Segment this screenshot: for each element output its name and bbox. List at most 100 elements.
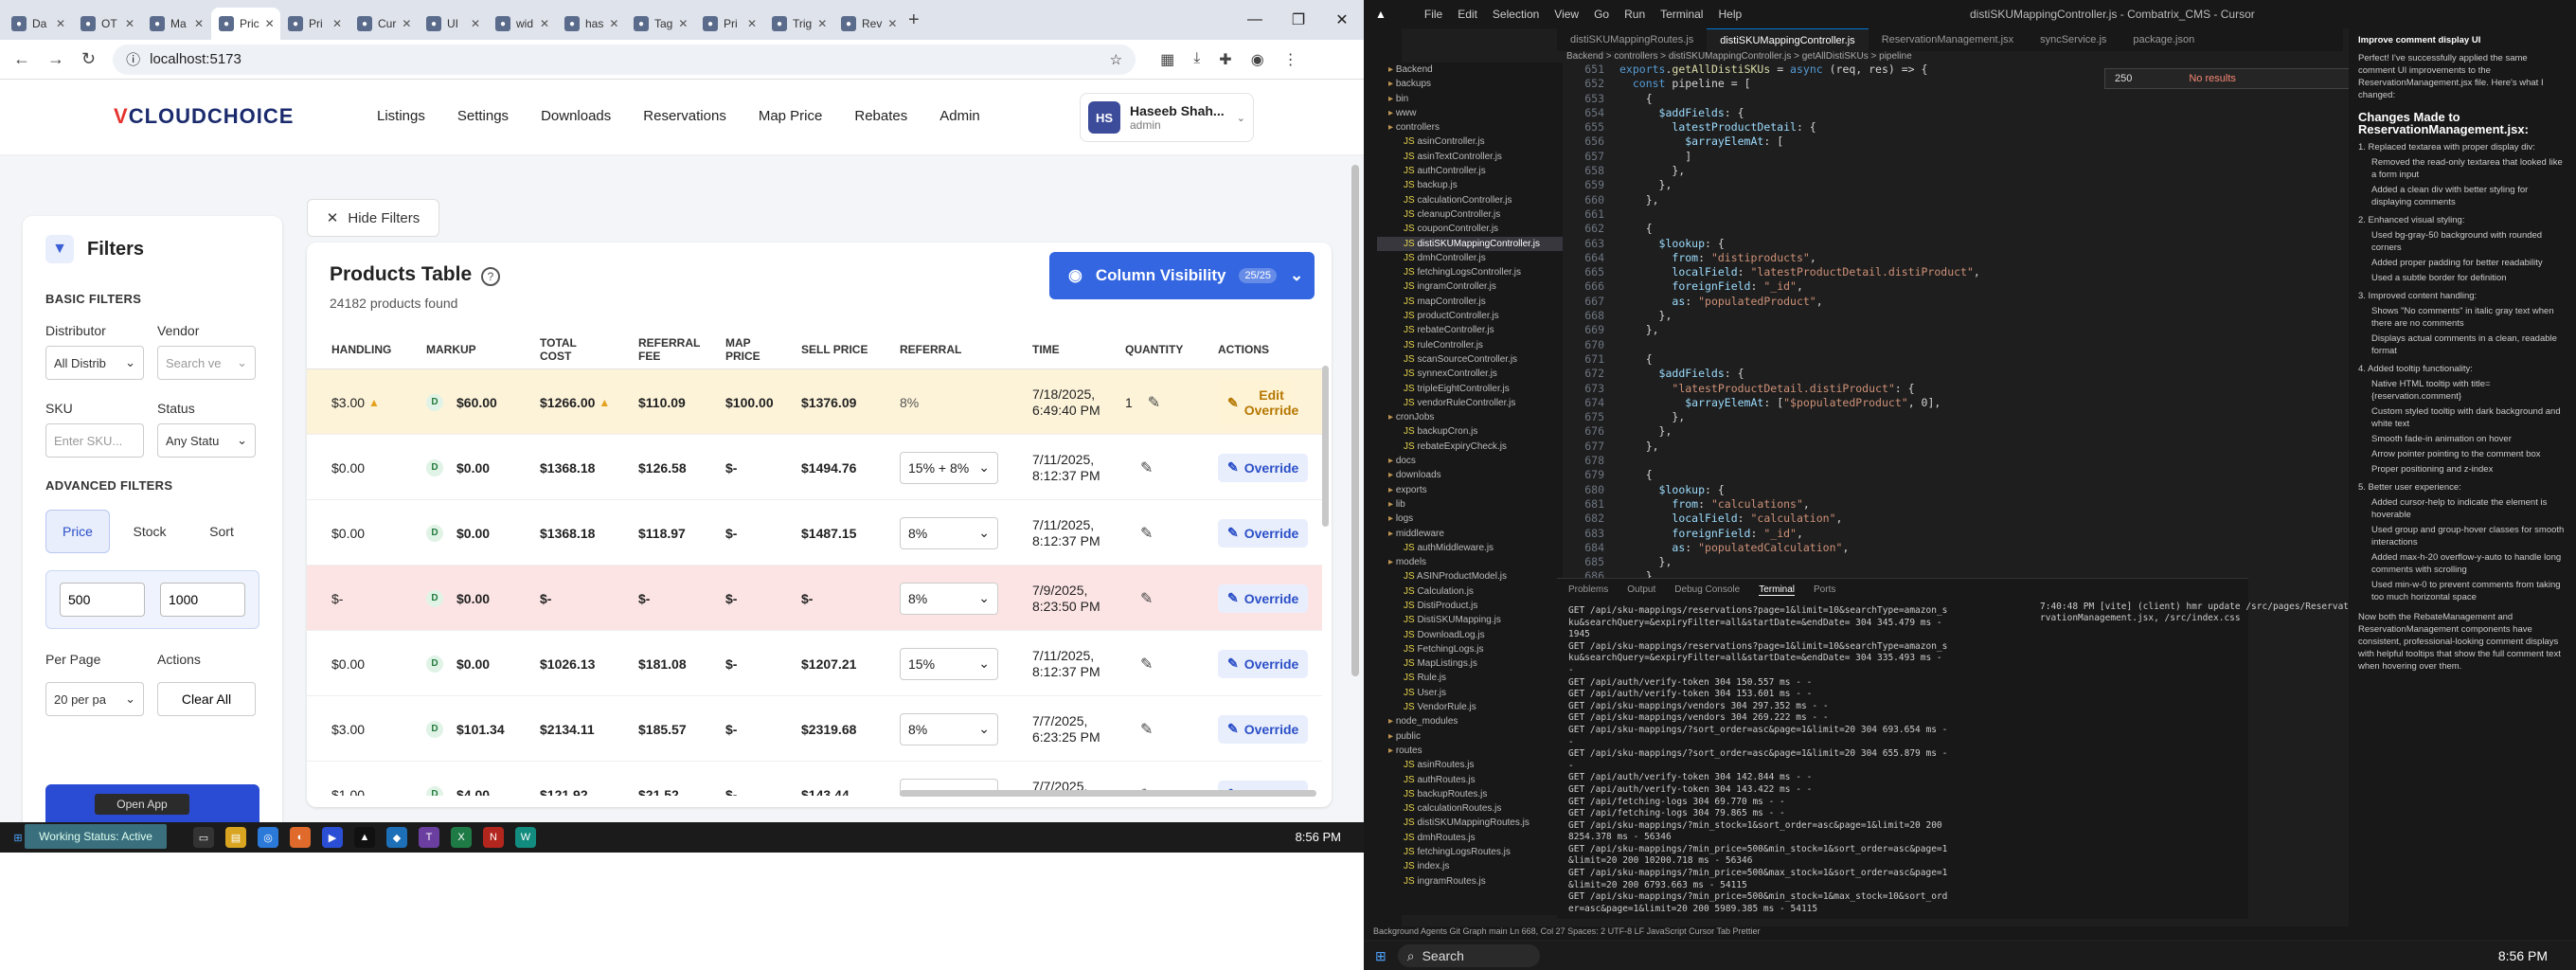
explorer-item[interactable]: JS DistiProduct.js	[1377, 599, 1563, 613]
explorer-item[interactable]: ▸ downloads	[1377, 468, 1563, 482]
col-time[interactable]: TIME	[1032, 330, 1060, 369]
close-tab-icon[interactable]: ✕	[471, 17, 480, 30]
vertical-scrollbar[interactable]	[1322, 356, 1330, 801]
edit-icon[interactable]: ✎	[1140, 524, 1153, 543]
whatsapp-icon[interactable]: W	[515, 827, 536, 848]
col-total-cost[interactable]: TOTAL COST	[540, 330, 597, 369]
explorer-item[interactable]: JS tripleEightController.js	[1377, 382, 1563, 396]
explorer-item[interactable]: JS VendorRule.js	[1377, 700, 1563, 714]
panel-tab[interactable]: Debug Console	[1674, 584, 1740, 596]
explorer-item[interactable]: JS asinRoutes.js	[1377, 758, 1563, 772]
explorer-item[interactable]: JS dmhRoutes.js	[1377, 831, 1563, 845]
edit-icon[interactable]: ✎	[1140, 458, 1153, 477]
table-row[interactable]: $3.00 ▲ D $60.00 $1266.00 ▲ $110.09 $100.00 $137…	[307, 369, 1322, 435]
bookmark-icon[interactable]: ☆	[1110, 51, 1122, 68]
explorer-item[interactable]: ▸ lib	[1377, 497, 1563, 512]
browser-tab[interactable]: ● Trig ✕	[764, 8, 833, 40]
explorer-item[interactable]: JS couponController.js	[1377, 222, 1563, 236]
explorer-item[interactable]: ▸ docs	[1377, 454, 1563, 468]
explorer-item[interactable]: JS ingramController.js	[1377, 279, 1563, 294]
table-row[interactable]: $0.00 D $0.00 $1368.18 $118.97 $- $1487.15 8% ⌄ 7…	[307, 500, 1322, 566]
open-app-button[interactable]: Open App	[95, 794, 189, 815]
explorer-item[interactable]: JS asinTextController.js	[1377, 150, 1563, 164]
referral-select[interactable]: 15%⌄	[900, 647, 998, 680]
menu-item[interactable]: Help	[1718, 8, 1742, 21]
forward-icon[interactable]: →	[47, 49, 64, 69]
browser-tab[interactable]: ● Pric ✕	[211, 8, 280, 40]
explorer-item[interactable]: JS backupCron.js	[1377, 424, 1563, 439]
explorer-item[interactable]: JS distiSKUMappingController.js	[1377, 236, 1563, 251]
explorer-item[interactable]: JS ASINProductModel.js	[1377, 569, 1563, 584]
close-icon[interactable]: ✕	[1320, 0, 1364, 40]
menu-item[interactable]: View	[1554, 8, 1579, 21]
cursor-icon[interactable]: ▲	[354, 827, 375, 848]
teams-icon[interactable]: T	[419, 827, 439, 848]
browser-tab[interactable]: ● UI ✕	[419, 8, 488, 40]
browser-tab[interactable]: ● Tag ✕	[626, 8, 695, 40]
explorer-item[interactable]: ▸ bin	[1377, 92, 1563, 106]
max-price-input[interactable]: 1000	[160, 583, 245, 617]
col-actions[interactable]: ACTIONS	[1218, 330, 1269, 369]
menu-item[interactable]: Edit	[1458, 8, 1477, 21]
col-referral-fee[interactable]: REFERRAL FEE	[638, 330, 700, 369]
explorer-item[interactable]: JS cleanupController.js	[1377, 207, 1563, 222]
close-tab-icon[interactable]: ✕	[56, 17, 65, 30]
nav-item[interactable]: Map Price	[759, 108, 823, 124]
explorer-item[interactable]: JS MapListings.js	[1377, 656, 1563, 671]
explorer-item[interactable]: JS distiSKUMappingRoutes.js	[1377, 816, 1563, 830]
explorer-item[interactable]: JS ingramRoutes.js	[1377, 874, 1563, 889]
nav-item[interactable]: Downloads	[541, 108, 611, 124]
explorer-item[interactable]: ▸ Backend	[1377, 63, 1563, 77]
explorer-item[interactable]: JS index.js	[1377, 859, 1563, 873]
col-referral[interactable]: REFERRAL	[900, 330, 961, 369]
explorer-item[interactable]: JS backup.js	[1377, 178, 1563, 192]
panel-tab[interactable]: Terminal	[1759, 584, 1796, 596]
explorer-item[interactable]: JS authMiddleware.js	[1377, 541, 1563, 555]
referral-select[interactable]: 8% ⌄	[900, 582, 998, 615]
horizontal-scrollbar[interactable]	[313, 788, 1316, 798]
explorer-item[interactable]: JS DownloadLog.js	[1377, 628, 1563, 642]
override-button[interactable]: ✎Override	[1218, 714, 1309, 744]
editor-tab[interactable]: ReservationManagement.jsx	[1869, 28, 2027, 51]
explorer-item[interactable]: ▸ middleware	[1377, 527, 1563, 541]
explorer-item[interactable]: JS synnexController.js	[1377, 367, 1563, 381]
browser-tab[interactable]: ● wid ✕	[488, 8, 557, 40]
edit-icon[interactable]: ✎	[1140, 720, 1153, 739]
onenote-icon[interactable]: N	[483, 827, 504, 848]
minimize-icon[interactable]: —	[1233, 0, 1277, 40]
explorer-item[interactable]: ▸ public	[1377, 729, 1563, 744]
explorer-item[interactable]: JS authRoutes.js	[1377, 773, 1563, 787]
explorer-item[interactable]: JS ruleController.js	[1377, 338, 1563, 352]
status-select[interactable]: Any Statu ⌄	[157, 423, 256, 458]
explorer-item[interactable]: JS DistiSKUMapping.js	[1377, 613, 1563, 627]
windows-start-icon[interactable]: ⊞	[1375, 948, 1386, 964]
editor-tab[interactable]: syncService.js	[2027, 28, 2120, 51]
restore-icon[interactable]: ❐	[1277, 0, 1320, 40]
page-scrollbar[interactable]	[1351, 165, 1360, 828]
col-quantity[interactable]: QUANTITY	[1125, 330, 1183, 369]
profile-icon[interactable]: ◉	[1251, 50, 1264, 69]
clear-all-button[interactable]: Clear All	[157, 682, 256, 716]
explorer-item[interactable]: ▸ node_modules	[1377, 714, 1563, 728]
menu-item[interactable]: File	[1424, 8, 1442, 21]
chrome-icon[interactable]: ◎	[258, 827, 278, 848]
referral-select[interactable]: 8% ⌄	[900, 516, 998, 549]
edit-icon[interactable]: ✎	[1148, 393, 1160, 412]
close-tab-icon[interactable]: ✕	[125, 17, 134, 30]
menu-item[interactable]: Go	[1594, 8, 1609, 21]
explorer-item[interactable]: ▸ exports	[1377, 483, 1563, 497]
explorer-item[interactable]: JS backupRoutes.js	[1377, 787, 1563, 801]
vendor-select[interactable]: Search ve ⌄	[157, 346, 256, 380]
menu-item[interactable]: Run	[1624, 8, 1645, 21]
browser-tab[interactable]: ● Ma ✕	[142, 8, 211, 40]
hide-filters-button[interactable]: ✕ Hide Filters	[307, 199, 439, 237]
explorer-item[interactable]: JS scanSourceController.js	[1377, 352, 1563, 367]
tab-price[interactable]: Price	[45, 510, 110, 553]
close-tab-icon[interactable]: ✕	[265, 17, 275, 30]
explorer-item[interactable]: JS Calculation.js	[1377, 584, 1563, 599]
excel-icon[interactable]: X	[451, 827, 472, 848]
browser-tab[interactable]: ● has ✕	[557, 8, 626, 40]
table-row[interactable]: $3.00 D $101.34 $2134.11 $185.57 $- $2319.68 8%…	[307, 696, 1322, 762]
panel-tab[interactable]: Output	[1627, 584, 1655, 596]
explorer-item[interactable]: JS authController.js	[1377, 164, 1563, 178]
